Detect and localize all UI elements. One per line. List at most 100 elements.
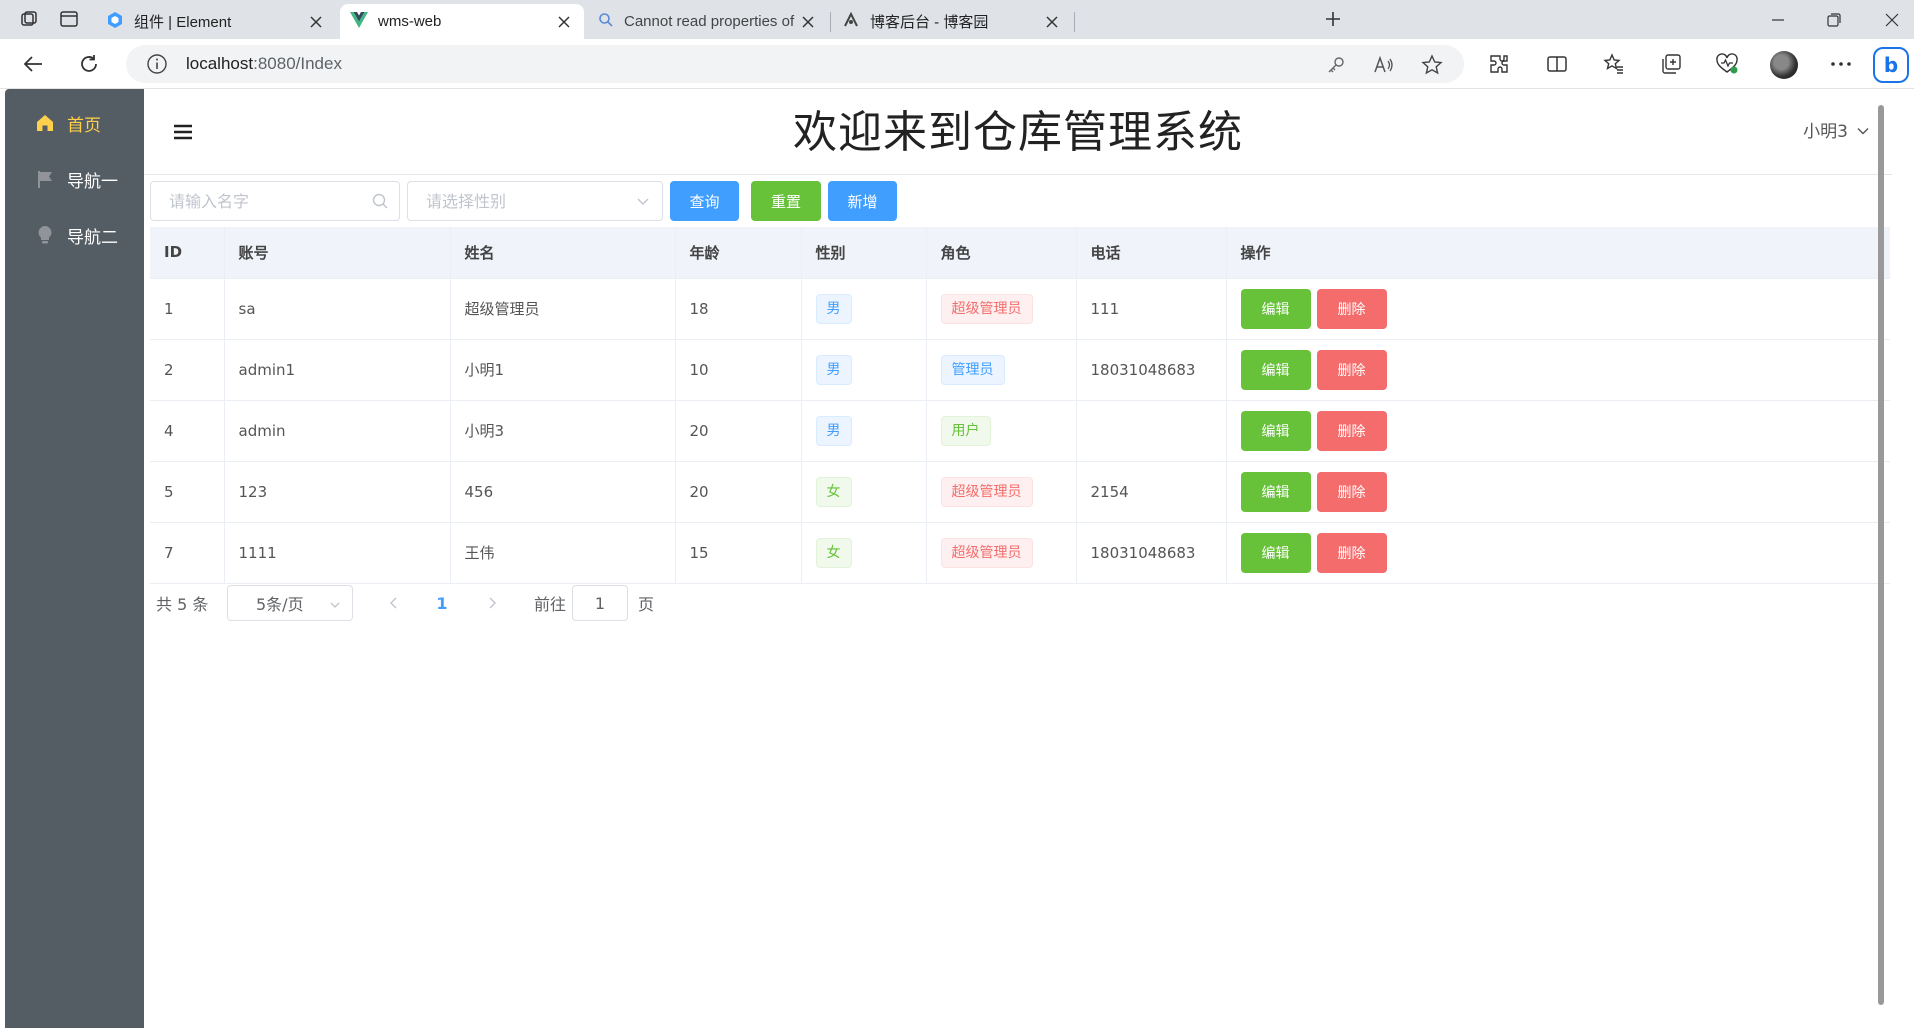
- page-number-current[interactable]: 1: [432, 585, 452, 621]
- sidebar-item-home[interactable]: 首页: [5, 95, 144, 151]
- new-tab-icon[interactable]: [1322, 8, 1344, 30]
- tab-blog-admin[interactable]: 博客后台 - 博客园: [832, 4, 1072, 39]
- edit-button[interactable]: 编辑: [1240, 288, 1311, 329]
- cell-name: 456: [450, 461, 676, 523]
- minimize-icon[interactable]: [1766, 8, 1790, 32]
- cell-name: 超级管理员: [450, 278, 676, 340]
- chevron-down-icon: [1856, 123, 1870, 137]
- collections-icon[interactable]: [1658, 51, 1684, 77]
- close-tab-icon[interactable]: [1042, 12, 1062, 32]
- cell-id: 1: [150, 278, 225, 340]
- search-toolbar: 查询 重置 新增: [150, 181, 1890, 221]
- role-tag: 用户: [940, 415, 991, 446]
- sex-select-input[interactable]: [408, 182, 662, 220]
- cell-id: 5: [150, 461, 225, 523]
- cell-actions: 编辑 删除: [1226, 461, 1890, 523]
- vue-favicon-icon: [350, 11, 368, 32]
- edit-button[interactable]: 编辑: [1240, 410, 1311, 451]
- next-page-icon[interactable]: [482, 585, 502, 621]
- chevron-down-icon: [634, 192, 652, 210]
- cell-role: 管理员: [926, 339, 1077, 401]
- edit-button[interactable]: 编辑: [1240, 349, 1311, 390]
- profile-avatar[interactable]: [1770, 51, 1798, 79]
- page-size-select[interactable]: 5条/页: [227, 585, 353, 621]
- scrollbar[interactable]: [1876, 95, 1886, 1023]
- close-tab-icon[interactable]: [306, 12, 326, 32]
- column-header-age[interactable]: 年龄: [675, 227, 802, 279]
- column-header-phone[interactable]: 电话: [1076, 227, 1227, 279]
- read-aloud-icon[interactable]: [1373, 54, 1395, 76]
- close-tab-icon[interactable]: [554, 12, 574, 32]
- goto-label: 前往: [534, 595, 567, 614]
- tab-separator: [1074, 12, 1075, 32]
- cell-actions: 编辑 删除: [1226, 278, 1890, 340]
- cell-account: admin: [224, 400, 451, 462]
- name-search-input[interactable]: [151, 182, 399, 220]
- search-icon: [371, 192, 389, 210]
- reset-button[interactable]: 重置: [751, 181, 821, 221]
- tab-actions-icon[interactable]: [58, 8, 80, 30]
- delete-button[interactable]: 删除: [1316, 532, 1387, 573]
- url-bar[interactable]: localhost:8080/Index: [126, 45, 1464, 83]
- name-search-input-wrapper: [150, 181, 400, 221]
- site-info-icon[interactable]: [146, 53, 168, 75]
- sidebar-item-nav-two[interactable]: 导航二: [5, 207, 144, 263]
- sidebar-item-label: 导航一: [67, 171, 118, 192]
- sidebar-item-nav-one[interactable]: 导航一: [5, 151, 144, 207]
- cell-account: sa: [224, 278, 451, 340]
- workspaces-icon[interactable]: [18, 8, 40, 30]
- bing-copilot-icon[interactable]: b: [1873, 47, 1909, 83]
- browser-tab-bar: 组件 | Element wms-web Cannot read propert…: [0, 0, 1914, 39]
- refresh-icon[interactable]: [76, 51, 102, 77]
- split-screen-icon[interactable]: [1544, 51, 1570, 77]
- cell-actions: 编辑 删除: [1226, 522, 1890, 584]
- add-button[interactable]: 新增: [828, 181, 897, 221]
- tab-error-search[interactable]: Cannot read properties of undefi: [588, 4, 828, 39]
- page-title: 欢迎来到仓库管理系统: [793, 107, 1243, 158]
- pagination: 共 5 条 5条/页 1 前往 1 页: [156, 585, 956, 621]
- page-unit-label: 页: [638, 595, 655, 614]
- favorites-icon[interactable]: [1601, 51, 1627, 77]
- prev-page-icon[interactable]: [384, 585, 404, 621]
- cell-name: 王伟: [450, 522, 676, 584]
- main-content: 欢迎来到仓库管理系统 小明3 查询 重置: [144, 89, 1892, 1028]
- favorite-star-icon[interactable]: [1421, 54, 1443, 76]
- column-header-sex[interactable]: 性别: [801, 227, 927, 279]
- table-row: 2 admin1 小明1 10 男 管理员 18031048683 编辑 删除: [150, 339, 1890, 401]
- more-options-icon[interactable]: [1828, 51, 1854, 77]
- key-icon[interactable]: [1325, 54, 1347, 76]
- tab-element[interactable]: 组件 | Element: [96, 4, 336, 39]
- cell-age: 10: [675, 339, 802, 401]
- page-size-value: 5条/页: [256, 595, 304, 614]
- home-icon: [35, 113, 55, 133]
- query-button[interactable]: 查询: [670, 181, 739, 221]
- cnblogs-favicon-icon: [842, 11, 860, 33]
- extensions-icon[interactable]: [1486, 51, 1512, 77]
- browser-essentials-icon[interactable]: [1714, 51, 1740, 77]
- back-arrow-icon[interactable]: [20, 51, 46, 77]
- cell-sex: 男: [801, 278, 927, 340]
- column-header-role[interactable]: 角色: [926, 227, 1077, 279]
- column-header-account[interactable]: 账号: [224, 227, 451, 279]
- scrollbar-thumb[interactable]: [1878, 105, 1884, 1005]
- cell-account: 123: [224, 461, 451, 523]
- column-header-id[interactable]: ID: [150, 227, 225, 279]
- edit-button[interactable]: 编辑: [1240, 471, 1311, 512]
- column-header-name[interactable]: 姓名: [450, 227, 676, 279]
- delete-button[interactable]: 删除: [1316, 349, 1387, 390]
- tab-title: 组件 | Element: [134, 14, 232, 31]
- restore-icon[interactable]: [1822, 8, 1846, 32]
- user-dropdown[interactable]: 小明3: [1803, 117, 1870, 142]
- sex-tag: 女: [815, 476, 852, 507]
- close-window-icon[interactable]: [1880, 8, 1904, 32]
- sex-select[interactable]: [407, 181, 663, 221]
- tab-wms-web[interactable]: wms-web: [340, 4, 584, 39]
- delete-button[interactable]: 删除: [1316, 288, 1387, 329]
- edit-button[interactable]: 编辑: [1240, 532, 1311, 573]
- delete-button[interactable]: 删除: [1316, 410, 1387, 451]
- goto-page-input[interactable]: 1: [572, 585, 628, 621]
- close-tab-icon[interactable]: [798, 12, 818, 32]
- user-name: 小明3: [1803, 122, 1848, 142]
- delete-button[interactable]: 删除: [1316, 471, 1387, 512]
- cell-age: 20: [675, 461, 802, 523]
